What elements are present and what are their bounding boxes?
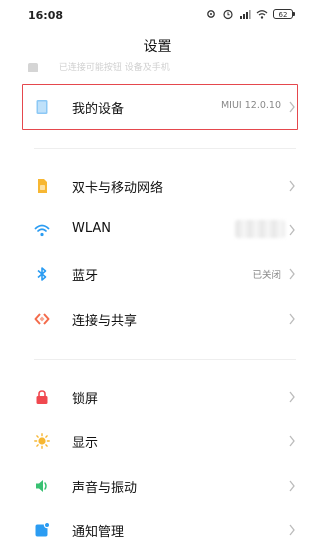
- sound-icon: [36, 480, 47, 492]
- sim-network-label: 双卡与移动网络: [72, 181, 164, 196]
- signal-icon: [240, 10, 251, 19]
- chevron-right-icon: [289, 391, 295, 403]
- lock-screen-label: 锁屏: [72, 392, 99, 407]
- status-icons: 62: [205, 8, 295, 20]
- my-device-label: 我的设备: [72, 102, 125, 117]
- list-item-bluetooth[interactable]: 蓝牙 已关闭: [0, 252, 315, 296]
- alarm-icon: [223, 9, 233, 20]
- chevron-right-icon: [289, 268, 295, 280]
- wlan-label: WLAN: [72, 221, 112, 236]
- settings-screen: 16:08 62 设置 已连接可能按钮 设备及手机 我的设备 MIUI 12.0…: [0, 0, 315, 546]
- my-device-value: MIUI 12.0.10: [220, 100, 281, 111]
- list-item-sim-network[interactable]: 双卡与移动网络: [0, 164, 315, 208]
- device-icon: [36, 100, 48, 114]
- sound-vibration-label: 声音与振动: [72, 481, 138, 496]
- wlan-network-name-blurred: [235, 220, 285, 238]
- brightness-icon: [34, 433, 50, 449]
- list-item-sound-vibration[interactable]: 声音与振动: [0, 464, 315, 508]
- connection-sharing-label: 连接与共享: [72, 314, 138, 329]
- faded-item-icon: [28, 62, 38, 72]
- page-title: 设置: [143, 39, 172, 55]
- chevron-right-icon: [289, 313, 295, 325]
- faded-list-item: 已连接可能按钮 设备及手机: [28, 60, 288, 72]
- chevron-right-icon: [289, 435, 295, 447]
- notification-icon: [35, 522, 50, 537]
- bluetooth-status: 已关闭: [252, 270, 281, 281]
- wifi-icon: [34, 224, 50, 237]
- gear-status-icon: [207, 10, 215, 18]
- status-bar: 16:08 62: [0, 0, 315, 30]
- section-divider: [34, 359, 296, 360]
- section-divider: [34, 148, 296, 149]
- list-item-connection-sharing[interactable]: 连接与共享: [0, 297, 315, 341]
- list-item-display[interactable]: 显示: [0, 419, 315, 463]
- chevron-right-icon: [289, 224, 295, 236]
- notifications-label: 通知管理: [72, 525, 125, 540]
- chevron-right-icon: [289, 101, 295, 113]
- list-item-notifications[interactable]: 通知管理: [0, 508, 315, 546]
- list-item-wlan[interactable]: WLAN: [0, 208, 315, 252]
- bluetooth-label: 蓝牙: [72, 269, 99, 284]
- display-label: 显示: [72, 436, 99, 451]
- bluetooth-icon: [37, 267, 47, 281]
- chevron-right-icon: [289, 480, 295, 492]
- chevron-right-icon: [289, 524, 295, 536]
- lock-icon: [36, 390, 48, 404]
- connection-sharing-icon: [34, 313, 50, 325]
- faded-item-label: 已连接可能按钮 设备及手机: [58, 63, 170, 72]
- list-item-lock-screen[interactable]: 锁屏: [0, 375, 315, 419]
- sim-card-icon: [38, 179, 47, 193]
- status-time: 16:08: [28, 9, 64, 22]
- wifi-status-icon: [256, 10, 268, 19]
- chevron-right-icon: [289, 180, 295, 192]
- list-item-my-device[interactable]: 我的设备 MIUI 12.0.10: [0, 85, 315, 129]
- battery-icon: 62: [273, 9, 295, 19]
